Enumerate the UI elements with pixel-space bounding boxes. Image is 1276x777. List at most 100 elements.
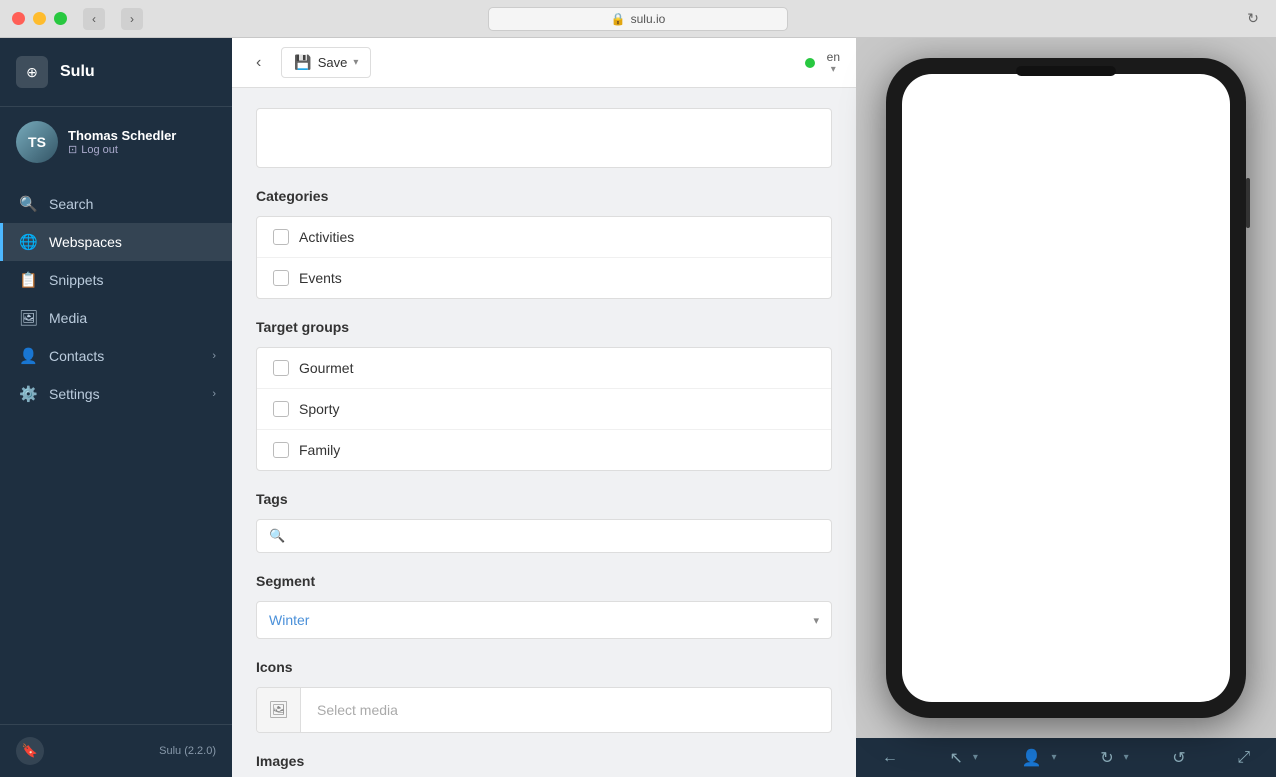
images-title: Images	[256, 753, 832, 769]
version-label: Sulu (2.2.0)	[159, 745, 216, 757]
segment-chevron-icon: ▾	[813, 614, 819, 627]
segment-title: Segment	[256, 573, 832, 589]
gourmet-checkbox[interactable]	[273, 360, 289, 376]
bottom-person-button[interactable]: 👤	[1014, 740, 1050, 776]
bottom-toolbar: ← ↖ ▾ 👤 ▾ ↻ ▾ ↺ ⤢	[856, 738, 1276, 777]
chevron-right-icon: ›	[212, 350, 216, 362]
logout-label: Log out	[81, 144, 118, 156]
categories-list: Activities Events	[256, 216, 832, 299]
bottom-back-button[interactable]: ←	[874, 741, 906, 775]
user-info: Thomas Schedler ⊡ Log out	[68, 128, 176, 156]
sidebar-item-snippets[interactable]: 📋 Snippets	[0, 261, 232, 299]
logout-button[interactable]: ⊡ Log out	[68, 143, 176, 156]
address-bar[interactable]: 🔒 sulu.io	[488, 7, 788, 31]
sidebar: ⊕ Sulu TS Thomas Schedler ⊡ Log out 🔍 Se…	[0, 38, 232, 777]
activities-checkbox[interactable]	[273, 229, 289, 245]
sidebar-item-label: Contacts	[49, 348, 200, 364]
forward-nav-button[interactable]: ›	[121, 8, 143, 30]
sidebar-header: ⊕ Sulu	[0, 38, 232, 107]
refresh-chevron-icon: ▾	[1124, 752, 1129, 763]
phone-screen	[902, 74, 1230, 702]
category-events[interactable]: Events	[257, 258, 831, 298]
sidebar-item-search[interactable]: 🔍 Search	[0, 185, 232, 223]
contacts-icon: 👤	[19, 347, 37, 365]
bookmark-icon[interactable]: 🔖	[16, 737, 44, 765]
sidebar-item-contacts[interactable]: 👤 Contacts ›	[0, 337, 232, 375]
media-icon: 🖼	[19, 309, 37, 327]
form-area[interactable]: Categories Activities Events Target grou…	[232, 88, 856, 777]
lock-icon: 🔒	[611, 12, 626, 26]
target-family[interactable]: Family	[257, 430, 831, 470]
tags-search-icon: 🔍	[269, 528, 285, 544]
toolbar: ‹ 💾 Save ▾ en ▾	[232, 38, 856, 88]
segment-select[interactable]: Winter ▾	[256, 601, 832, 639]
url-text: sulu.io	[631, 12, 666, 26]
app-name: Sulu	[60, 63, 95, 81]
bottom-refresh-button[interactable]: ↻	[1092, 740, 1121, 776]
sidebar-item-label: Snippets	[49, 272, 216, 288]
target-groups-list: Gourmet Sporty Family	[256, 347, 832, 471]
lang-value: en	[827, 50, 840, 64]
icons-media-icon: 🖼	[257, 688, 301, 732]
sporty-label: Sporty	[299, 401, 339, 417]
status-dot	[805, 58, 815, 68]
save-icon: 💾	[294, 54, 311, 71]
sidebar-item-media[interactable]: 🖼 Media	[0, 299, 232, 337]
cursor-chevron-icon: ▾	[973, 752, 978, 763]
main-panel: ‹ 💾 Save ▾ en ▾ Categories	[232, 38, 856, 777]
activities-label: Activities	[299, 229, 354, 245]
sidebar-item-webspaces[interactable]: 🌐 Webspaces	[0, 223, 232, 261]
target-groups-title: Target groups	[256, 319, 832, 335]
lang-chevron-icon: ▾	[831, 64, 836, 75]
categories-title: Categories	[256, 188, 832, 204]
bottom-cursor-button[interactable]: ↖	[941, 740, 970, 776]
language-selector[interactable]: en ▾	[827, 50, 840, 75]
content-area: ‹ 💾 Save ▾ en ▾ Categories	[232, 38, 1276, 777]
minimize-button[interactable]	[33, 12, 46, 25]
maximize-button[interactable]	[54, 12, 67, 25]
target-gourmet[interactable]: Gourmet	[257, 348, 831, 389]
search-icon: 🔍	[19, 195, 37, 213]
sidebar-item-label: Webspaces	[49, 234, 216, 250]
family-checkbox[interactable]	[273, 442, 289, 458]
snippets-icon: 📋	[19, 271, 37, 289]
family-label: Family	[299, 442, 340, 458]
webspaces-icon: 🌐	[19, 233, 37, 251]
bottom-cursor-group: ↖ ▾	[941, 740, 977, 776]
tags-input-container: 🔍	[256, 519, 832, 553]
close-button[interactable]	[12, 12, 25, 25]
save-button[interactable]: 💾 Save ▾	[281, 47, 371, 78]
user-name: Thomas Schedler	[68, 128, 176, 143]
sporty-checkbox[interactable]	[273, 401, 289, 417]
bottom-person-group: 👤 ▾	[1014, 740, 1057, 776]
icons-media-select[interactable]: 🖼 Select media	[256, 687, 832, 733]
sidebar-item-label: Settings	[49, 386, 200, 402]
title-bar: ‹ › 🔒 sulu.io ↻	[0, 0, 1276, 38]
sidebar-nav: 🔍 Search 🌐 Webspaces 📋 Snippets 🖼 Media …	[0, 177, 232, 724]
logout-icon: ⊡	[68, 143, 77, 156]
avatar-initials: TS	[28, 134, 46, 150]
bottom-external-button[interactable]: ⤢	[1229, 741, 1258, 775]
save-label: Save	[318, 55, 348, 70]
sidebar-item-settings[interactable]: ⚙️ Settings ›	[0, 375, 232, 413]
tags-input[interactable]	[291, 529, 819, 544]
bottom-refresh-group: ↻ ▾	[1092, 740, 1128, 776]
events-label: Events	[299, 270, 342, 286]
reload-button[interactable]: ↻	[1242, 8, 1264, 30]
tags-title: Tags	[256, 491, 832, 507]
target-sporty[interactable]: Sporty	[257, 389, 831, 430]
back-button[interactable]: ‹	[248, 50, 269, 76]
text-input-area[interactable]	[256, 108, 832, 168]
person-chevron-icon: ▾	[1052, 752, 1057, 763]
segment-value: Winter	[269, 612, 309, 628]
gourmet-label: Gourmet	[299, 360, 353, 376]
events-checkbox[interactable]	[273, 270, 289, 286]
app-body: ⊕ Sulu TS Thomas Schedler ⊡ Log out 🔍 Se…	[0, 38, 1276, 777]
icons-title: Icons	[256, 659, 832, 675]
chevron-right-icon: ›	[212, 388, 216, 400]
back-nav-button[interactable]: ‹	[83, 8, 105, 30]
category-activities[interactable]: Activities	[257, 217, 831, 258]
sidebar-item-label: Search	[49, 196, 216, 212]
sidebar-footer: 🔖 Sulu (2.2.0)	[0, 724, 232, 777]
bottom-reload-button[interactable]: ↺	[1164, 740, 1193, 776]
